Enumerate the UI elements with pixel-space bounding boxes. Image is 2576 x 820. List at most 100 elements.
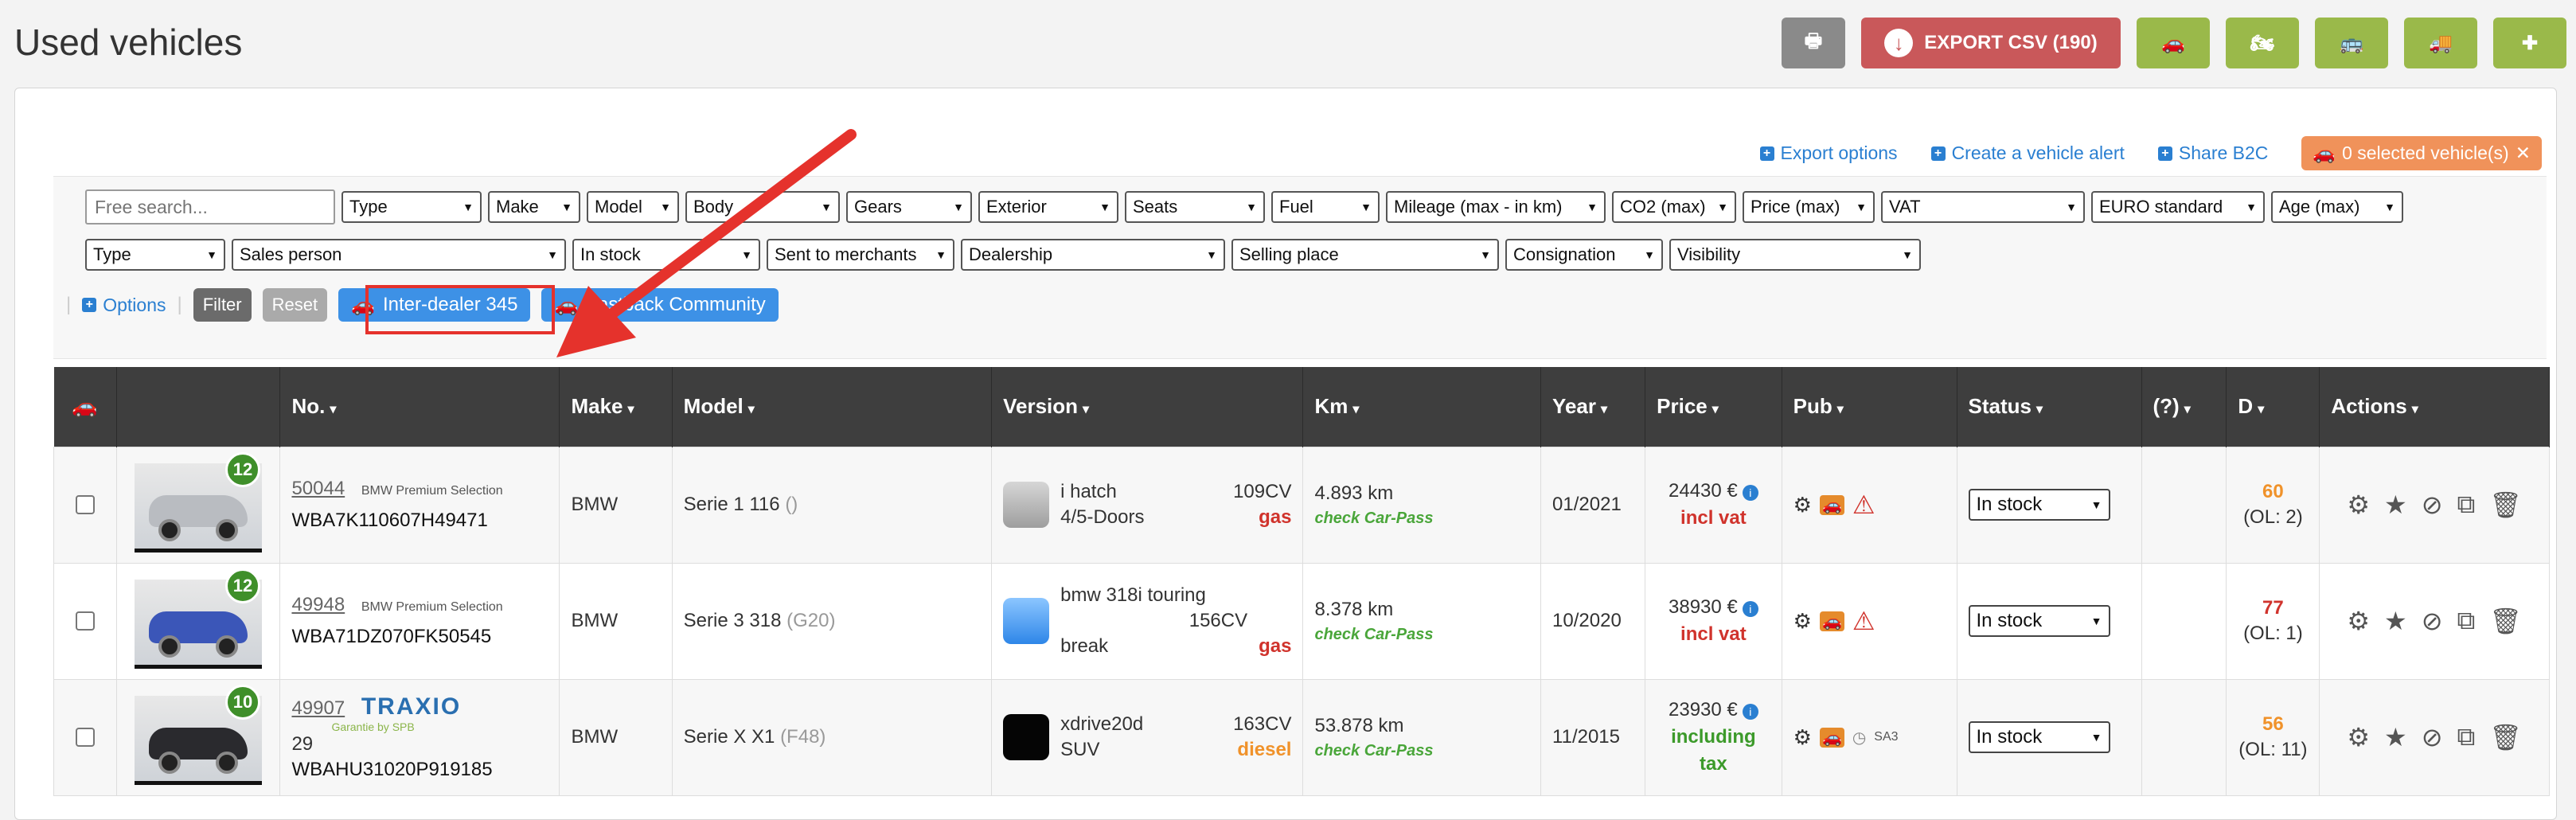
year-cell: 11/2015 — [1540, 678, 1646, 796]
price-select[interactable]: Price (max) ▼ — [1743, 191, 1875, 223]
selected-vehicles-badge[interactable]: 🚗 0 selected vehicle(s) ✕ — [2301, 136, 2542, 170]
row-checkbox[interactable] — [75, 728, 95, 747]
truck-type-button[interactable]: 🚚 — [2404, 18, 2477, 68]
header-year[interactable]: Year ▾ — [1540, 367, 1646, 447]
caret-down-icon: ▾ — [1600, 403, 1608, 417]
fuel-select[interactable]: Fuel ▼ — [1271, 191, 1380, 223]
type-select-2[interactable]: Type ▼ — [85, 239, 225, 271]
header-actions[interactable]: Actions ▾ — [2319, 367, 2550, 447]
warning-icon: ⚠ — [1852, 490, 1875, 519]
settings-icon[interactable]: ⚙ — [2347, 606, 2370, 636]
exterior-select[interactable]: Exterior ▼ — [978, 191, 1118, 223]
print-button[interactable]: 🖶 — [1782, 18, 1845, 68]
type-select[interactable]: Type ▼ — [342, 191, 482, 223]
age-select[interactable]: Age (max) ▼ — [2271, 191, 2403, 223]
filter-row-1: Type▼ Make▼ Model▼ Body▼ Gears▼ Exterior… — [85, 189, 2403, 225]
chevron-down-icon: ▼ — [206, 248, 217, 261]
panel-links: + Export options + Create a vehicle alert … — [1759, 136, 2542, 170]
status-select[interactable]: In stock ▼ — [1968, 489, 2110, 521]
settings-icon[interactable]: ⚙ — [2347, 490, 2370, 520]
header-pub[interactable]: Pub ▾ — [1782, 367, 1957, 447]
chevron-down-icon: ▼ — [1717, 201, 1728, 213]
copy-icon[interactable]: ⧉ — [2457, 722, 2476, 752]
header-no[interactable]: No. ▾ — [279, 367, 560, 447]
header-version[interactable]: Version ▾ — [991, 367, 1304, 447]
version-cell: xdrive20d SUV 163CV diesel — [991, 678, 1304, 796]
motorcycle-type-button[interactable]: 🏍 — [2226, 18, 2299, 68]
reset-button[interactable]: Reset — [262, 288, 328, 322]
ambulance-type-button[interactable]: ✚ — [2493, 18, 2566, 68]
consignation-select[interactable]: Consignation ▼ — [1505, 239, 1663, 271]
vehicle-number-link[interactable]: 49948 — [291, 594, 345, 615]
dealership-select[interactable]: Dealership ▼ — [961, 239, 1225, 271]
chevron-down-icon: ▼ — [2246, 201, 2257, 213]
trash-icon[interactable]: 🗑 — [2489, 606, 2522, 636]
export-csv-button[interactable]: ↓ EXPORT CSV (190) — [1861, 18, 2121, 68]
create-alert-link[interactable]: + Create a vehicle alert — [1930, 143, 2125, 164]
copy-icon[interactable]: ⧉ — [2457, 606, 2476, 636]
info-icon[interactable]: i — [1742, 601, 1758, 617]
vehicle-thumbnail[interactable]: 12 — [135, 568, 263, 669]
copy-icon[interactable]: ⧉ — [2457, 490, 2476, 520]
plus-icon: + — [82, 298, 97, 312]
price-cell: 23930 € i including tax — [1645, 678, 1782, 796]
chevron-down-icon: ▼ — [1902, 248, 1913, 261]
actions-cell: ⚙ ★ ⊘ ⧉ 🗑 — [2319, 678, 2550, 796]
seats-select[interactable]: Seats ▼ — [1125, 191, 1265, 223]
share-b2c-link[interactable]: + Share B2C — [2157, 143, 2268, 164]
caret-down-icon: ▾ — [2035, 403, 2043, 417]
mileage-select[interactable]: Mileage (max - in km) ▼ — [1386, 191, 1606, 223]
star-icon[interactable]: ★ — [2384, 490, 2407, 520]
create-alert-label: Create a vehicle alert — [1951, 143, 2125, 163]
header-model[interactable]: Model ▾ — [672, 367, 993, 447]
status-select[interactable]: In stock ▼ — [1968, 721, 2110, 753]
status-select[interactable]: In stock ▼ — [1968, 605, 2110, 637]
table-row: 12 50044 BMW Premium Selection WBA7K1106… — [53, 446, 2550, 564]
carpass-link[interactable]: check Car-Pass — [1314, 742, 1529, 760]
euro-standard-select[interactable]: EURO standard ▼ — [2091, 191, 2265, 223]
header-question[interactable]: (?) ▾ — [2141, 367, 2227, 447]
export-options-link[interactable]: + Export options — [1759, 143, 1898, 164]
trash-icon[interactable]: 🗑 — [2489, 722, 2522, 752]
car-icon: 🚗 — [2313, 143, 2336, 163]
vin: WBA71DZ070FK50545 — [291, 626, 492, 647]
block-icon[interactable]: ⊘ — [2422, 722, 2443, 752]
co2-select[interactable]: CO2 (max) ▼ — [1612, 191, 1736, 223]
model-code: () — [785, 494, 798, 515]
header-make[interactable]: Make ▾ — [559, 367, 673, 447]
header-d[interactable]: D ▾ — [2226, 367, 2320, 447]
close-icon[interactable]: ✕ — [2516, 143, 2531, 164]
d-cell: 60 (OL: 2) — [2226, 446, 2320, 564]
vehicle-thumbnail[interactable]: 12 — [135, 452, 263, 553]
caret-down-icon: ▾ — [2258, 403, 2265, 417]
info-icon[interactable]: i — [1742, 704, 1758, 720]
vehicle-thumbnail[interactable]: 10 — [135, 685, 263, 785]
vehicle-number-link[interactable]: 50044 — [291, 478, 345, 499]
star-icon[interactable]: ★ — [2384, 722, 2407, 752]
block-icon[interactable]: ⊘ — [2422, 490, 2443, 520]
carpass-link[interactable]: check Car-Pass — [1314, 626, 1529, 644]
settings-icon[interactable]: ⚙ — [2347, 722, 2370, 752]
search-input[interactable] — [85, 189, 335, 225]
selected-vehicles-label: 0 selected vehicle(s) — [2342, 143, 2509, 163]
options-link[interactable]: + Options — [82, 295, 166, 316]
vat-select[interactable]: VAT ▼ — [1881, 191, 2085, 223]
sales-person-select[interactable]: Sales person ▼ — [232, 239, 566, 271]
chevron-down-icon: ▼ — [1246, 201, 1257, 213]
header-km[interactable]: Km ▾ — [1302, 367, 1542, 447]
vehicle-number-link[interactable]: 49907 — [291, 697, 345, 719]
block-icon[interactable]: ⊘ — [2422, 606, 2443, 636]
selling-place-select[interactable]: Selling place ▼ — [1231, 239, 1499, 271]
row-checkbox[interactable] — [75, 611, 95, 631]
carpass-link[interactable]: check Car-Pass — [1314, 510, 1529, 528]
trash-icon[interactable]: 🗑 — [2489, 490, 2522, 520]
info-icon[interactable]: i — [1742, 485, 1758, 501]
bus-type-button[interactable]: 🚌 — [2315, 18, 2388, 68]
star-icon[interactable]: ★ — [2384, 606, 2407, 636]
row-checkbox[interactable] — [75, 495, 95, 514]
filter-button[interactable]: Filter — [193, 288, 252, 322]
header-status[interactable]: Status ▾ — [1957, 367, 2142, 447]
header-price[interactable]: Price ▾ — [1645, 367, 1782, 447]
visibility-select[interactable]: Visibility ▼ — [1669, 239, 1921, 271]
car-type-button[interactable]: 🚗 — [2137, 18, 2210, 68]
